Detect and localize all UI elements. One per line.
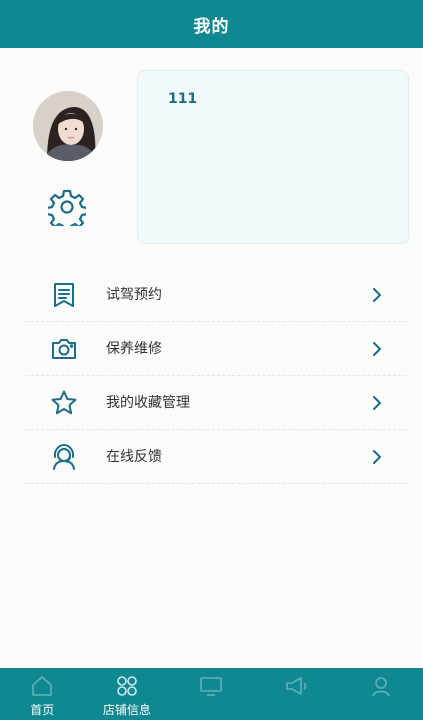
tab-label: 首页 <box>30 703 55 717</box>
headset-icon <box>53 444 75 470</box>
tab-home[interactable]: 首页 <box>0 668 85 720</box>
menu-item-label: 试驾预约 <box>106 287 162 303</box>
menu-item-label: 保养维修 <box>106 341 162 357</box>
tab-screen[interactable] <box>169 668 254 720</box>
screen-icon <box>200 677 223 696</box>
menu-item-feedback[interactable]: 在线反馈 <box>26 430 406 484</box>
menu-item-label: 我的收藏管理 <box>106 395 190 411</box>
menu-item-favorites[interactable]: 我的收藏管理 <box>26 376 406 430</box>
menu-item-maintenance[interactable]: 保养维修 <box>26 322 406 376</box>
grid-icon <box>117 676 137 696</box>
star-icon <box>51 390 77 415</box>
user-icon <box>371 677 390 697</box>
chevron-right-icon <box>373 288 381 302</box>
page-title: 我的 <box>193 16 230 37</box>
menu-item-label: 在线反馈 <box>106 449 162 465</box>
tab-label: 店铺信息 <box>102 703 151 717</box>
menu-item-test-drive[interactable]: 试驾预约 <box>26 268 406 322</box>
tab-profile[interactable] <box>338 668 423 720</box>
page-header: 我的 <box>0 0 423 48</box>
tab-announcements[interactable] <box>254 668 339 720</box>
home-icon <box>32 676 53 696</box>
chevron-right-icon <box>373 396 381 410</box>
chevron-right-icon <box>373 342 381 356</box>
profile-card: 111 <box>137 70 409 244</box>
tab-store-info[interactable]: 店铺信息 <box>85 668 170 720</box>
menu-list: 试驾预约 保养维修 我的收藏管理 在线反馈 <box>26 268 406 484</box>
chevron-right-icon <box>373 450 381 464</box>
bottom-tab-bar: 首页 店铺信息 <box>0 668 423 720</box>
camera-icon <box>52 339 76 359</box>
username: 111 <box>168 91 198 107</box>
settings-gear-icon[interactable] <box>45 188 89 233</box>
bookmark-document-icon <box>54 283 74 307</box>
avatar[interactable] <box>33 91 103 161</box>
megaphone-icon <box>286 677 307 695</box>
